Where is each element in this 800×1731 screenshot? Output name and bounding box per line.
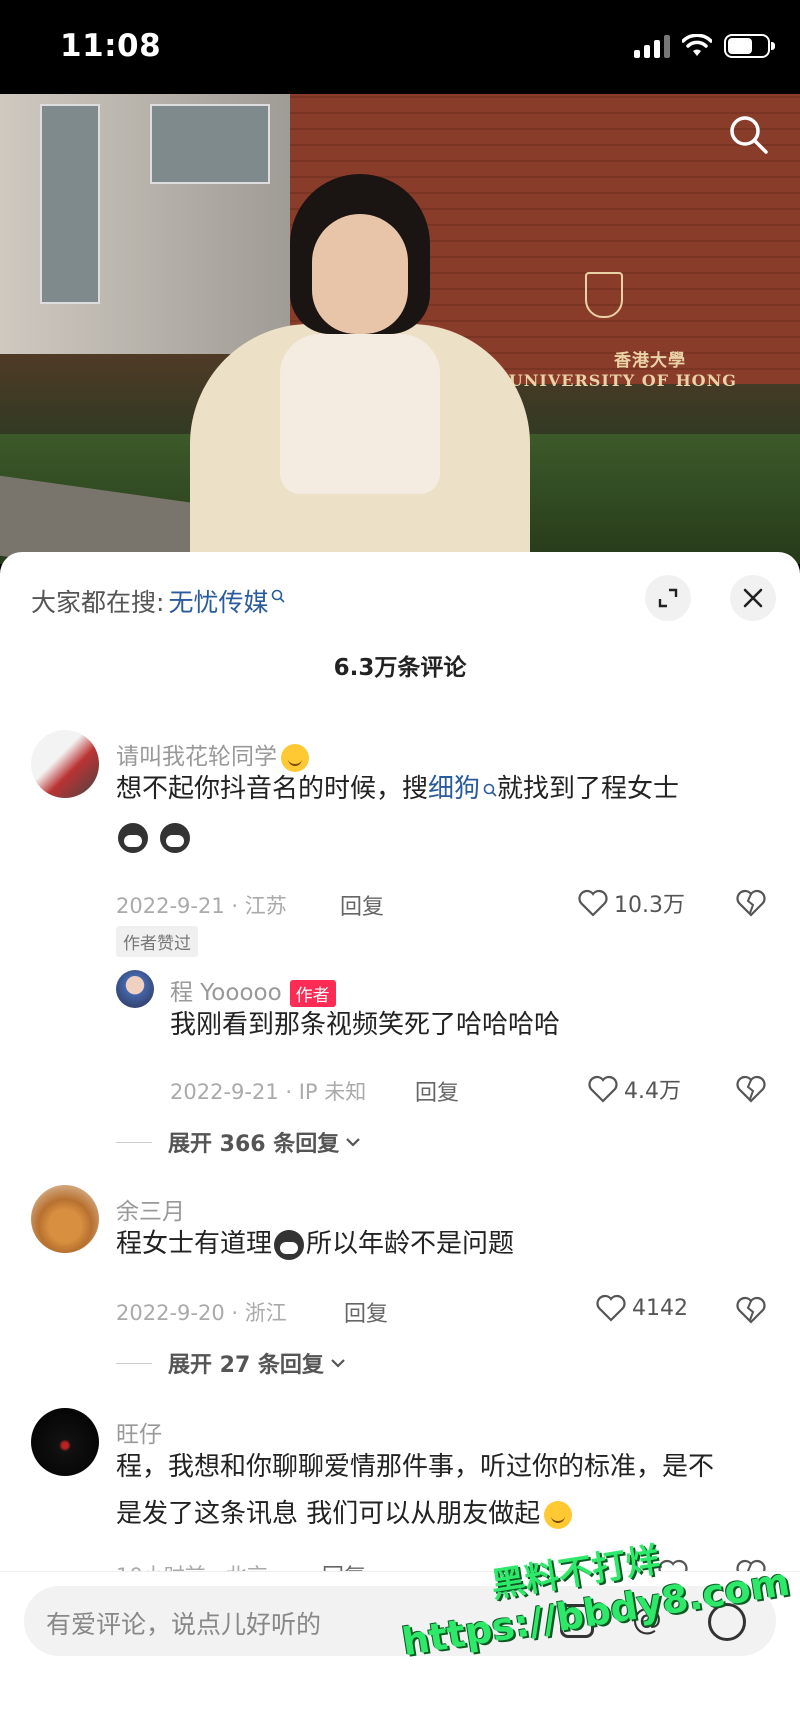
comment-text: 想不起你抖音名的时候，搜细狗 就找到了程女士: [116, 774, 680, 804]
hot-search-label: 大家都在搜:: [31, 588, 165, 617]
comment-count: 6.3万条评论: [333, 655, 467, 681]
sheet-header: 大家都在搜: 无忧传媒 6.3万条评论: [0, 552, 800, 702]
author-liked-badge: 作者赞过: [116, 926, 198, 957]
heart-icon: [578, 889, 608, 917]
video-player[interactable]: 香港大學 THE UNIVERSITY OF HONG KONG: [0, 94, 800, 564]
wifi-icon: [682, 34, 712, 56]
status-time: 11:08: [60, 28, 162, 64]
smile-emoji-icon: [544, 1500, 573, 1529]
heart-icon: [588, 1075, 618, 1103]
like-count: 4.4万: [624, 1079, 681, 1104]
chevron-down-icon: [331, 1359, 345, 1368]
comment-text: 程，我想和你聊聊爱情那件事，听过你的标准，是不: [116, 1452, 715, 1482]
reply-text: 我刚看到那条视频笑死了哈哈哈哈: [170, 1010, 561, 1040]
like-button[interactable]: 10.3万: [578, 887, 685, 919]
reply-button[interactable]: 回复: [340, 889, 384, 921]
battery-icon: [724, 34, 775, 58]
comment-text: 程女士有道理 所以年龄不是问题: [116, 1229, 515, 1260]
like-count: 4142: [632, 1295, 688, 1321]
mini-search-icon: [483, 783, 497, 797]
video-subject: [150, 134, 570, 564]
page: 11:08 香港大學 THE UNIVERSITY OF HONG KONG: [0, 0, 800, 1731]
comment-date: 2022-9-21 · 江苏: [116, 894, 287, 918]
dog-emoji-icon: [160, 822, 191, 853]
status-icons: [634, 34, 775, 58]
comment-sheet: 大家都在搜: 无忧传媒 6.3万条评论 请叫我花轮同学 想不起你抖音名的时候，搜…: [0, 552, 800, 1731]
comment-emoji-line: [116, 814, 192, 861]
dog-emoji-icon: [118, 822, 148, 853]
reply-button[interactable]: 回复: [415, 1075, 459, 1107]
avatar[interactable]: [31, 1408, 99, 1476]
dog-emoji-icon: [274, 1229, 305, 1260]
expand-button[interactable]: [645, 575, 691, 621]
input-placeholder: 有爱评论，说点儿好听的: [46, 1610, 322, 1639]
avatar[interactable]: [31, 730, 99, 798]
inline-search-link[interactable]: 细狗: [428, 774, 480, 804]
status-bar: 11:08: [0, 0, 800, 94]
expand-replies-button[interactable]: 展开 27 条回复: [116, 1347, 346, 1379]
comment-date: 2022-9-20 · 浙江: [116, 1301, 287, 1325]
avatar[interactable]: [31, 1185, 99, 1253]
like-count: 10.3万: [614, 893, 685, 918]
comment-item: 旺仔 程，我想和你聊聊爱情那件事，听过你的标准，是不 是发了这条讯息 我们可以从…: [0, 1408, 800, 1590]
search-icon[interactable]: [726, 112, 770, 156]
expand-replies-button[interactable]: 展开 366 条回复: [116, 1126, 361, 1158]
comment-text: 是发了这条讯息 我们可以从朋友做起: [116, 1491, 573, 1538]
mini-search-icon: [272, 589, 286, 603]
reply-avatar[interactable]: [116, 970, 154, 1008]
broken-heart-icon[interactable]: [736, 889, 766, 917]
hot-search[interactable]: 大家都在搜: 无忧传媒: [31, 583, 286, 619]
reply-button[interactable]: 回复: [344, 1296, 388, 1328]
reply-date: 2022-9-21 · IP 未知: [170, 1080, 367, 1104]
comment-item: 余三月 程女士有道理 所以年龄不是问题 2022-9-20 · 浙江 回复 414…: [0, 1185, 800, 1378]
comment-item: 请叫我花轮同学 想不起你抖音名的时候，搜细狗 就找到了程女士 2022-9-21 …: [0, 730, 800, 1157]
broken-heart-icon[interactable]: [736, 1296, 766, 1324]
close-button[interactable]: [730, 575, 776, 621]
university-crest: [585, 272, 623, 318]
broken-heart-icon[interactable]: [736, 1075, 766, 1103]
signal-icon: [634, 34, 670, 58]
like-button[interactable]: 4142: [596, 1294, 688, 1322]
chevron-down-icon: [346, 1138, 361, 1147]
heart-icon: [596, 1294, 626, 1322]
expand-icon: [658, 588, 678, 608]
hot-search-term[interactable]: 无忧传媒: [168, 583, 268, 619]
like-button[interactable]: 4.4万: [588, 1073, 681, 1105]
close-icon: [743, 588, 763, 608]
